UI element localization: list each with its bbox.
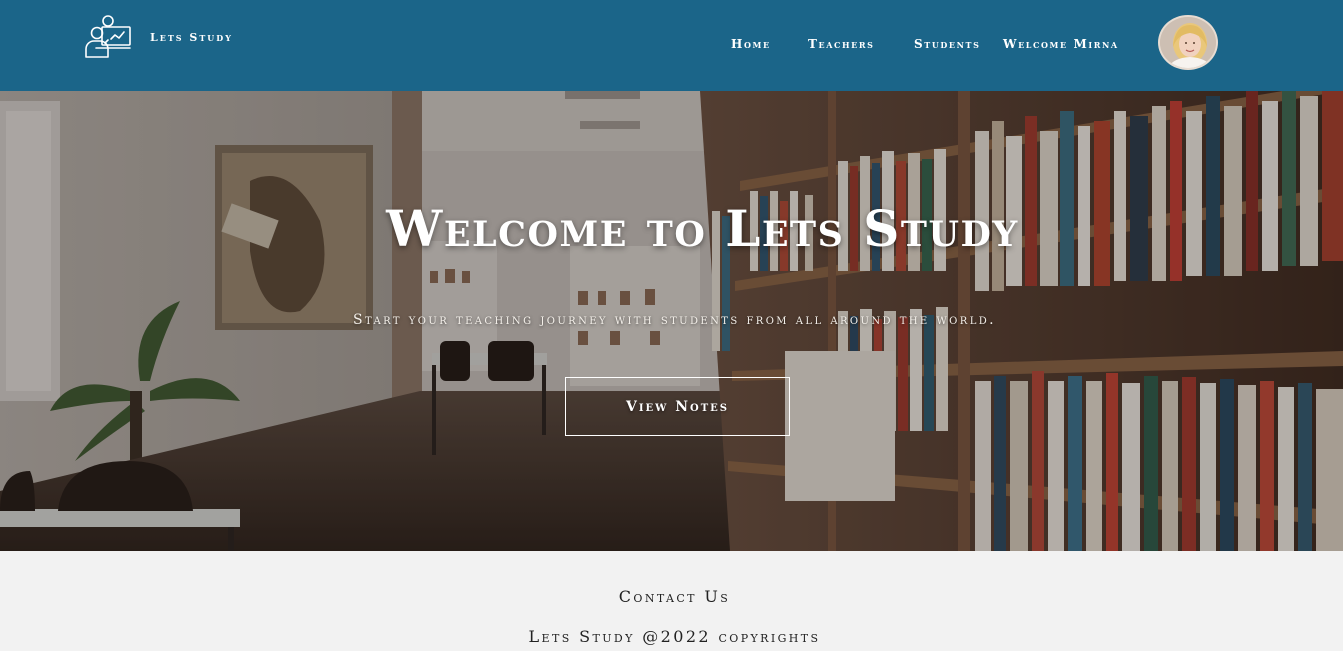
user-avatar[interactable] [1158, 15, 1218, 70]
nav-welcome-user[interactable]: Welcome Mirna [1003, 37, 1119, 51]
site-footer: Contact Us Lets Study @2022 copyrights [0, 551, 1343, 651]
brand-link[interactable]: Lets Study [84, 15, 233, 59]
hero-title: Welcome to Lets Study [386, 199, 1019, 258]
contact-us-link[interactable]: Contact Us [0, 587, 1343, 606]
brand-name: Lets Study [150, 31, 233, 44]
user-avatar-image [1160, 17, 1216, 68]
teacher-presentation-icon [85, 15, 131, 58]
hero-section: Welcome to Lets Study Start your teachin… [0, 91, 1343, 551]
hero-subtitle: Start your teaching journey with student… [353, 312, 996, 328]
site-header: Lets Study Home Teachers Students Welcom… [0, 0, 1343, 91]
view-notes-button[interactable]: View Notes [565, 377, 790, 436]
nav-students[interactable]: Students [914, 37, 980, 51]
nav-home[interactable]: Home [731, 37, 771, 51]
nav-teachers[interactable]: Teachers [808, 37, 874, 51]
copyright-text: Lets Study @2022 copyrights [528, 627, 821, 646]
